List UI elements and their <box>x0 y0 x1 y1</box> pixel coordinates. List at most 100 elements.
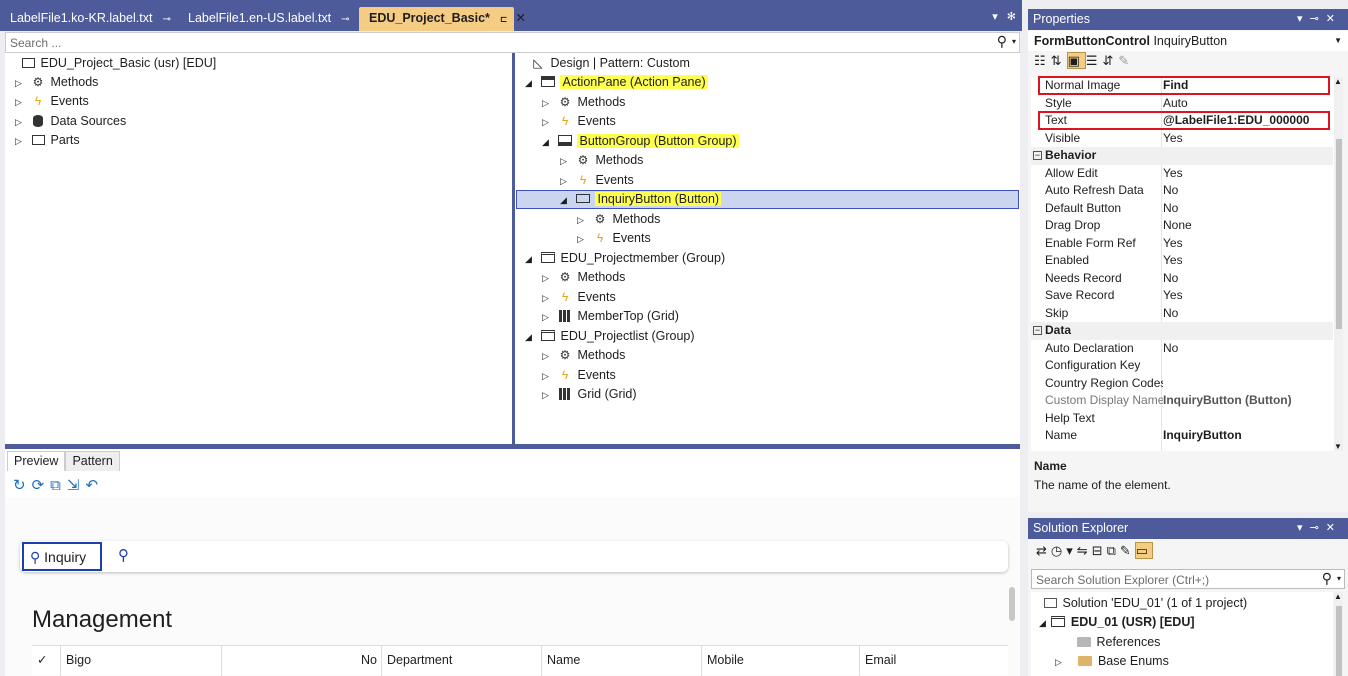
property-value[interactable]: No <box>1163 305 1178 323</box>
collapse-arrow-icon[interactable]: ◢ <box>560 191 574 210</box>
copy-icon[interactable]: ⧉ <box>1107 543 1120 558</box>
scroll-down-icon[interactable]: ▼ <box>1334 442 1342 451</box>
property-row[interactable]: Enable Form Ref Yes <box>1031 235 1333 253</box>
sync-icon[interactable]: ⇋ <box>1077 543 1092 558</box>
property-row[interactable]: Drag Drop None <box>1031 217 1333 235</box>
inquiry-button[interactable]: ⚲ Inquiry <box>22 542 102 571</box>
solution-search[interactable]: Search Solution Explorer (Ctrl+;) ⚲ ▾ <box>1031 569 1345 589</box>
column-header-no[interactable]: No <box>221 646 381 676</box>
expand-arrow-icon[interactable]: ▷ <box>542 347 556 366</box>
chevron-down-icon[interactable]: ▾ <box>1297 522 1310 534</box>
property-value[interactable]: Yes <box>1163 287 1183 305</box>
property-row[interactable]: Enabled Yes <box>1031 252 1333 270</box>
collapse-arrow-icon[interactable]: ◢ <box>542 133 556 152</box>
tab-pattern[interactable]: Pattern <box>65 451 120 471</box>
close-icon[interactable]: ✕ <box>515 11 525 25</box>
search-icon[interactable]: ⚲ <box>1322 570 1332 587</box>
base-enums-node[interactable]: ▷ Base Enums <box>1055 652 1169 671</box>
history-icon[interactable]: ◷▾ <box>1051 543 1077 558</box>
pin-icon[interactable]: ⊸ <box>162 9 170 31</box>
close-icon[interactable]: ✕ <box>1326 13 1342 25</box>
solution-search-input[interactable]: Search Solution Explorer (Ctrl+;) <box>1036 573 1209 587</box>
tree-node-membertop[interactable]: ▷ MemberTop (Grid) <box>542 307 679 326</box>
property-value[interactable]: Auto <box>1163 95 1188 113</box>
expand-arrow-icon[interactable]: ▷ <box>542 113 556 132</box>
expand-arrow-icon[interactable]: ▷ <box>1055 653 1073 672</box>
chevron-down-icon[interactable]: ▾ <box>1297 13 1310 25</box>
property-row[interactable]: Allow Edit Yes <box>1031 165 1333 183</box>
refresh-all-icon[interactable]: ⟳ <box>32 477 51 494</box>
pin-icon[interactable]: ⊸ <box>341 9 349 31</box>
property-row[interactable]: Visible Yes <box>1031 130 1333 148</box>
sort-alpha-icon[interactable]: ⇅ <box>1051 53 1067 68</box>
tree-item-methods[interactable]: ▷ ⚙ Methods <box>15 73 98 92</box>
property-value[interactable]: Yes <box>1163 235 1183 253</box>
property-value[interactable]: InquiryButton (Button) <box>1163 392 1292 410</box>
scroll-thumb[interactable] <box>1336 606 1342 676</box>
expand-arrow-icon[interactable]: ▷ <box>15 74 29 93</box>
search-input[interactable]: Search ... <box>10 36 61 50</box>
expand-arrow-icon[interactable]: ▷ <box>542 94 556 113</box>
scroll-up-icon[interactable]: ▲ <box>1334 77 1342 86</box>
list-icon[interactable]: ☰ <box>1086 53 1103 68</box>
collapse-arrow-icon[interactable]: ◢ <box>1039 618 1046 628</box>
tree-node-projectmember[interactable]: ◢ EDU_Projectmember (Group) <box>525 249 725 268</box>
categorized-icon[interactable]: ☷ <box>1034 53 1051 68</box>
collapse-icon[interactable]: − <box>1033 326 1042 335</box>
property-row[interactable]: Auto Refresh Data No <box>1031 182 1333 200</box>
property-value[interactable]: Yes <box>1163 130 1183 148</box>
open-external-icon[interactable]: ⧉ <box>50 477 67 494</box>
design-header[interactable]: ◺ Design | Pattern: Custom <box>529 54 690 73</box>
tree-node-events[interactable]: ▷ ϟ Events <box>577 229 651 248</box>
property-value[interactable]: Yes <box>1163 165 1183 183</box>
tree-node-projectlist[interactable]: ◢ EDU_Projectlist (Group) <box>525 327 695 346</box>
expand-arrow-icon[interactable]: ▷ <box>560 152 574 171</box>
property-row[interactable]: Style Auto <box>1031 95 1333 113</box>
expand-arrow-icon[interactable]: ▷ <box>15 132 29 151</box>
property-row[interactable]: Default Button No <box>1031 200 1333 218</box>
tree-node-methods[interactable]: ▷ ⚙ Methods <box>577 210 660 229</box>
expand-arrow-icon[interactable]: ▷ <box>15 93 29 112</box>
references-node[interactable]: References <box>1075 633 1160 652</box>
undo-icon[interactable]: ↶ <box>85 477 104 494</box>
property-value[interactable]: No <box>1163 182 1178 200</box>
tab-labelfile-ko[interactable]: LabelFile1.ko-KR.label.txt ⊸ <box>0 7 176 31</box>
solution-scrollbar[interactable]: ▲ <box>1334 592 1343 676</box>
object-selector[interactable]: FormButtonControl InquiryButton ▼ <box>1028 31 1348 51</box>
solution-node[interactable]: Solution 'EDU_01' (1 of 1 project) <box>1041 594 1247 613</box>
project-node[interactable]: ◢ EDU_01 (USR) [EDU] <box>1039 613 1195 632</box>
chevron-down-icon[interactable]: ▾ <box>1012 37 1016 46</box>
property-value[interactable]: No <box>1163 270 1178 288</box>
gear-icon[interactable]: ✻ <box>1007 11 1016 23</box>
column-header-mobile[interactable]: Mobile <box>701 646 859 676</box>
property-row[interactable]: Custom Display Name InquiryButton (Button… <box>1031 392 1333 410</box>
column-header-name[interactable]: Name <box>541 646 701 676</box>
select-all-checkbox[interactable]: ✓ <box>32 646 60 676</box>
category-data[interactable]: − Data <box>1031 322 1333 340</box>
tree-node-grid[interactable]: ▷ Grid (Grid) <box>542 385 637 404</box>
search-icon[interactable]: ⚲ <box>118 546 129 564</box>
tree-node-events[interactable]: ▷ ϟ Events <box>542 112 616 131</box>
expand-arrow-icon[interactable]: ▷ <box>577 211 591 230</box>
preview-selected-icon[interactable]: ▭ <box>1134 542 1154 559</box>
collapse-arrow-icon[interactable]: ◢ <box>525 250 539 269</box>
collapse-arrow-icon[interactable]: ◢ <box>525 74 539 93</box>
expand-arrow-icon[interactable]: ▷ <box>542 367 556 386</box>
scroll-thumb[interactable] <box>1336 139 1342 329</box>
property-value[interactable]: Yes <box>1163 252 1183 270</box>
property-row[interactable]: Save Record Yes <box>1031 287 1333 305</box>
property-row[interactable]: Help Text <box>1031 410 1333 428</box>
tree-node-methods[interactable]: ▷ ⚙ Methods <box>542 93 625 112</box>
sort-icon[interactable]: ⇵ <box>1103 53 1119 68</box>
tab-labelfile-en[interactable]: LabelFile1.en-US.label.txt ⊸ <box>178 7 356 31</box>
pin-icon[interactable]: ⊏ <box>500 8 508 30</box>
close-icon[interactable]: ✕ <box>1326 522 1342 534</box>
property-row[interactable]: Skip No <box>1031 305 1333 323</box>
tree-node-actionpane[interactable]: ◢ ActionPane (Action Pane) <box>525 73 708 92</box>
tree-item-parts[interactable]: ▷ Parts <box>15 131 80 150</box>
chevron-down-icon[interactable]: ▾ <box>992 11 998 23</box>
expand-arrow-icon[interactable]: ▷ <box>542 289 556 308</box>
expand-arrow-icon[interactable]: ▷ <box>542 308 556 327</box>
preview-scrollbar[interactable] <box>1009 587 1015 621</box>
tree-node-inquirybutton[interactable]: ◢ InquiryButton (Button) <box>560 190 722 210</box>
